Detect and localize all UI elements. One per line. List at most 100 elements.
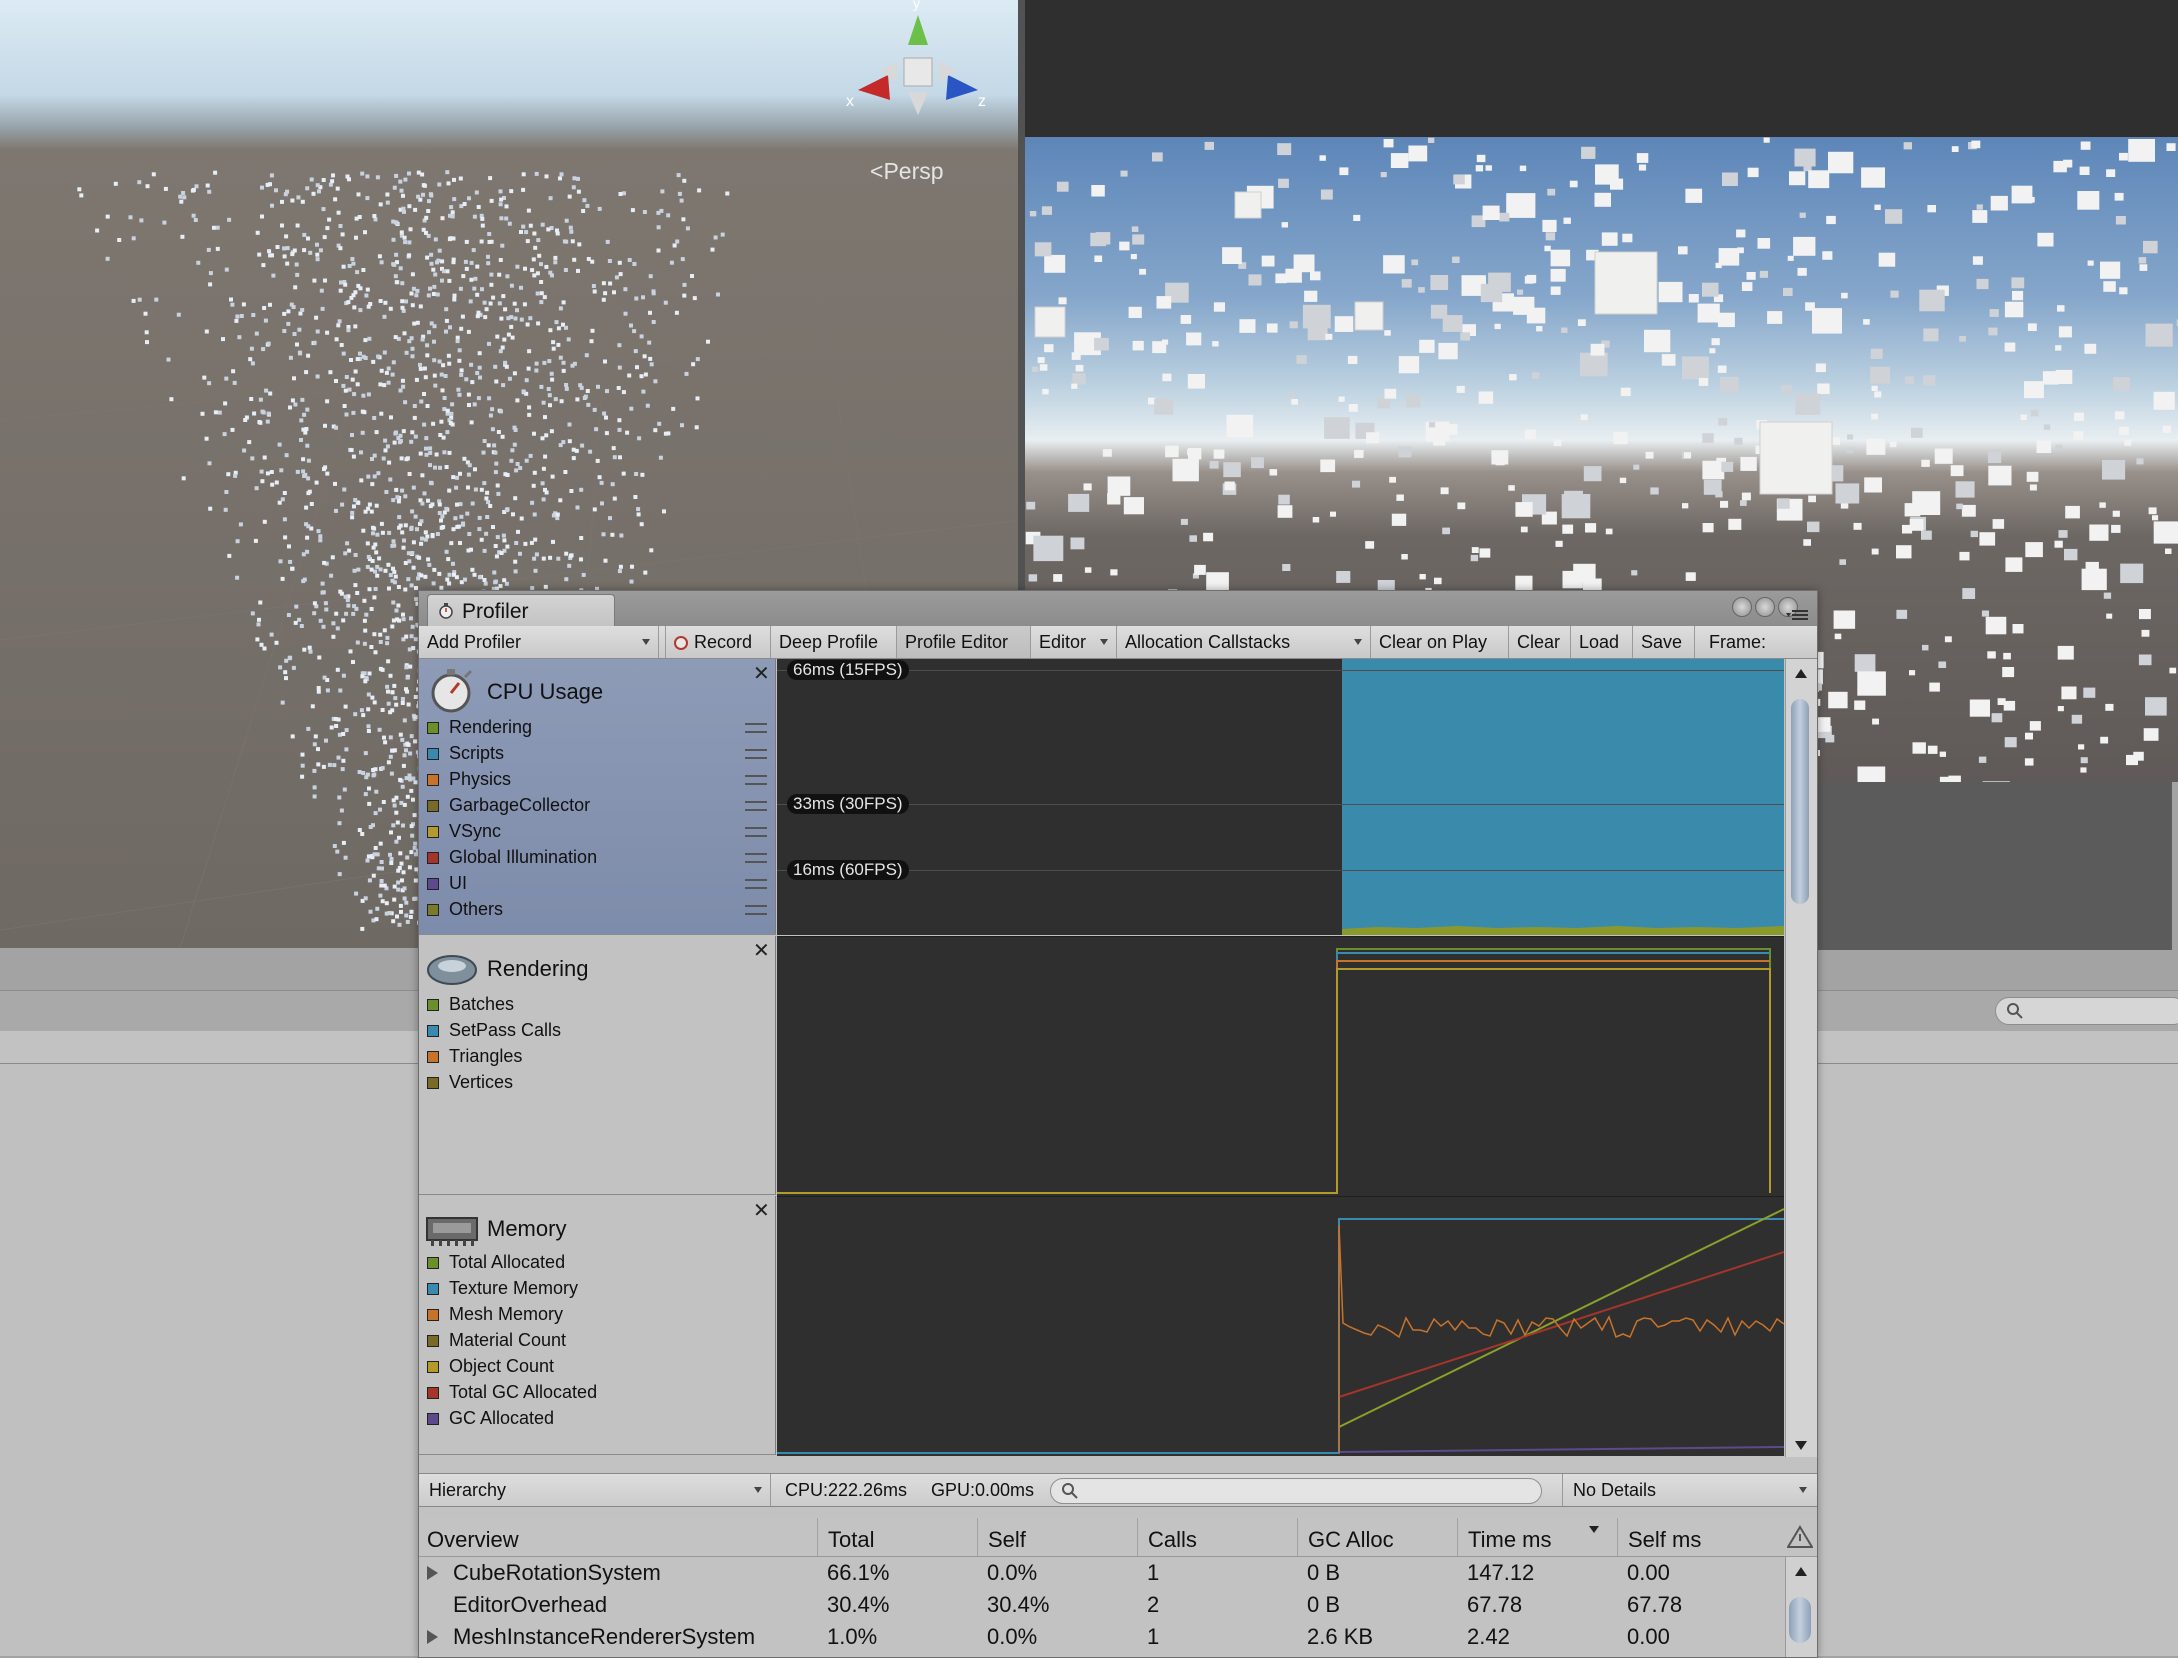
profiler-window[interactable]: Profiler Add Profiler Record Deep Profil… xyxy=(418,590,1818,1658)
scroll-down-icon[interactable] xyxy=(1795,1441,1807,1450)
drag-handle-icon[interactable] xyxy=(745,801,767,811)
drag-handle-icon[interactable] xyxy=(745,853,767,863)
row-calls: 2 xyxy=(1147,1589,1159,1621)
window-button-1[interactable] xyxy=(1732,597,1752,617)
scene-cube xyxy=(369,825,373,829)
close-icon[interactable]: ✕ xyxy=(753,1198,770,1223)
close-icon[interactable]: ✕ xyxy=(753,938,770,963)
save-button[interactable]: Save xyxy=(1633,626,1695,658)
details-mode-dropdown[interactable]: No Details xyxy=(1562,1474,1817,1506)
game-cube xyxy=(1728,519,1741,530)
tab-profiler[interactable]: Profiler xyxy=(427,594,615,627)
hierarchy-dropdown[interactable]: Hierarchy xyxy=(419,1474,771,1506)
target-dropdown[interactable]: Editor xyxy=(1031,626,1117,658)
table-row[interactable]: EditorOverhead 30.4% 30.4% 2 0 B 67.78 6… xyxy=(419,1589,1784,1621)
window-menu-icon[interactable] xyxy=(1786,610,1808,622)
game-cube xyxy=(1921,460,1930,467)
drag-handle-icon[interactable] xyxy=(745,723,767,733)
scene-cube xyxy=(411,798,415,802)
close-icon[interactable]: ✕ xyxy=(753,661,770,686)
scene-cube xyxy=(406,456,410,460)
legend-item[interactable]: Physics xyxy=(427,767,511,791)
legend-item[interactable]: Total Allocated xyxy=(427,1250,565,1274)
scroll-up-icon[interactable] xyxy=(1795,669,1807,678)
scene-cube xyxy=(379,667,383,671)
scene-cube xyxy=(431,422,435,426)
game-cube xyxy=(1396,495,1404,501)
legend-item[interactable]: Material Count xyxy=(427,1328,566,1352)
game-cube xyxy=(1181,519,1188,525)
drag-handle-icon[interactable] xyxy=(745,775,767,785)
deep-profile-button[interactable]: Deep Profile xyxy=(771,626,897,658)
drag-handle-icon[interactable] xyxy=(745,749,767,759)
column-self[interactable]: Self xyxy=(977,1518,1137,1556)
legend-swatch xyxy=(427,748,439,760)
clear-button[interactable]: Clear xyxy=(1509,626,1571,658)
legend-item[interactable]: UI xyxy=(427,871,467,895)
legend-item[interactable]: Total GC Allocated xyxy=(427,1380,597,1404)
scene-cube xyxy=(401,613,405,617)
game-cube xyxy=(1072,373,1085,384)
scroll-up-icon[interactable] xyxy=(1795,1567,1807,1576)
scene-cube xyxy=(492,443,496,447)
column-total[interactable]: Total xyxy=(817,1518,977,1556)
legend-item[interactable]: Others xyxy=(427,897,503,921)
profile-editor-button[interactable]: Profile Editor xyxy=(897,626,1031,658)
table-row[interactable]: MeshInstanceRendererSystem 1.0% 0.0% 1 2… xyxy=(419,1621,1784,1653)
column-gc-alloc[interactable]: GC Alloc xyxy=(1297,1518,1457,1556)
expand-triangle-icon[interactable] xyxy=(427,1630,438,1644)
legend-item[interactable]: Object Count xyxy=(427,1354,554,1378)
load-button[interactable]: Load xyxy=(1571,626,1633,658)
rendering-graph[interactable] xyxy=(777,936,1784,1196)
search-input[interactable] xyxy=(1050,1478,1542,1504)
column-time-ms[interactable]: Time ms xyxy=(1457,1518,1617,1556)
legend-item[interactable]: VSync xyxy=(427,819,501,843)
drag-handle-icon[interactable] xyxy=(745,905,767,915)
memory-module[interactable]: Memory ✕ Total Allocated Texture Memory … xyxy=(419,1196,776,1455)
scene-cube xyxy=(379,412,383,416)
column-overview[interactable]: Overview xyxy=(419,1518,817,1556)
scene-cube xyxy=(425,256,429,260)
allocation-callstacks-dropdown[interactable]: Allocation Callstacks xyxy=(1117,626,1371,658)
window-button-2[interactable] xyxy=(1755,597,1775,617)
modules-scroll-thumb[interactable] xyxy=(1791,699,1809,904)
rendering-module[interactable]: Rendering ✕ Batches SetPass Calls Triang… xyxy=(419,936,776,1195)
legend-item[interactable]: Triangles xyxy=(427,1044,522,1068)
legend-item[interactable]: Mesh Memory xyxy=(427,1302,563,1326)
legend-item[interactable]: Batches xyxy=(427,992,514,1016)
add-profiler-dropdown[interactable]: Add Profiler xyxy=(419,626,659,658)
column-self-ms[interactable]: Self ms xyxy=(1617,1518,1777,1556)
legend-item[interactable]: Global Illumination xyxy=(427,845,597,869)
game-cube xyxy=(1282,564,1290,571)
drag-handle-icon[interactable] xyxy=(745,879,767,889)
column-calls[interactable]: Calls xyxy=(1137,1518,1297,1556)
memory-graph[interactable] xyxy=(777,1196,1784,1456)
legend-item[interactable]: SetPass Calls xyxy=(427,1018,561,1042)
legend-item[interactable]: GC Allocated xyxy=(427,1406,554,1430)
legend-item[interactable]: Texture Memory xyxy=(427,1276,578,1300)
cpu-usage-module[interactable]: CPU Usage ✕ Rendering Scripts Physics Ga… xyxy=(419,659,776,935)
scene-cube xyxy=(287,544,291,548)
persp-toggle[interactable]: <Persp xyxy=(870,158,944,185)
legend-item[interactable]: Vertices xyxy=(427,1070,513,1094)
scene-cube xyxy=(260,215,264,219)
rendering-setpass-line xyxy=(1337,953,1770,1193)
legend-item[interactable]: Scripts xyxy=(427,741,504,765)
legend-item[interactable]: Rendering xyxy=(427,715,532,739)
clear-on-play-button[interactable]: Clear on Play xyxy=(1371,626,1509,658)
legend-item[interactable]: GarbageCollector xyxy=(427,793,590,817)
orientation-gizmo[interactable]: x z y xyxy=(838,0,998,150)
game-cube xyxy=(1720,501,1728,508)
record-button[interactable]: Record xyxy=(665,626,771,658)
cpu-usage-graph[interactable]: 66ms (15FPS) 33ms (30FPS) 16ms (60FPS) xyxy=(777,659,1784,935)
table-scroll-thumb[interactable] xyxy=(1789,1597,1811,1643)
warning-icon[interactable] xyxy=(1787,1525,1813,1549)
project-search-field[interactable] xyxy=(1995,997,2178,1025)
scene-cube xyxy=(456,388,460,392)
table-row[interactable]: CubeRotationSystem 66.1% 0.0% 1 0 B 147.… xyxy=(419,1557,1784,1589)
expand-triangle-icon[interactable] xyxy=(427,1566,438,1580)
scene-cube xyxy=(261,410,265,414)
legend-label: Total Allocated xyxy=(449,1252,565,1272)
scene-cube xyxy=(445,578,449,582)
drag-handle-icon[interactable] xyxy=(745,827,767,837)
